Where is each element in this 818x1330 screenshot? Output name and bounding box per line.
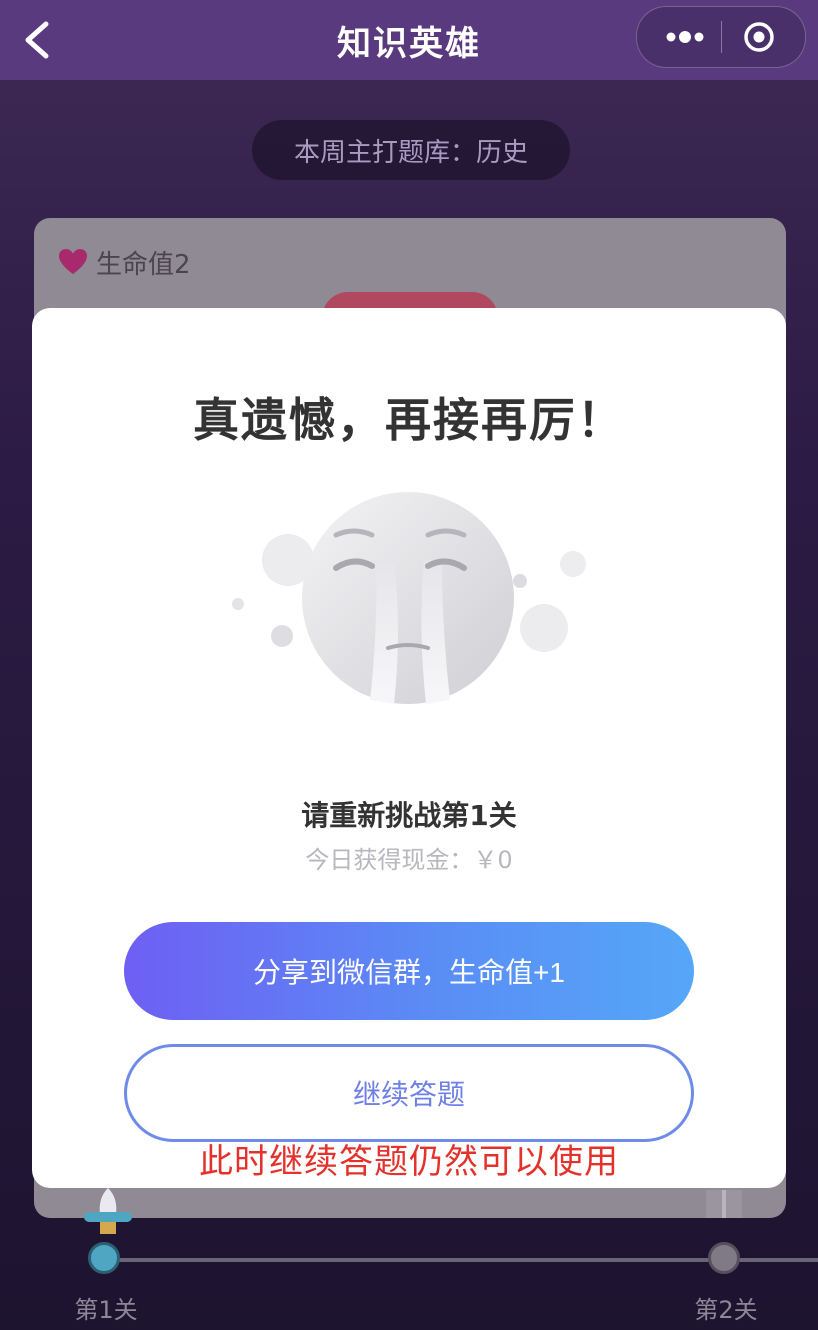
more-dots-icon[interactable] [661,24,709,50]
level-label-2: 第2关 [694,1296,758,1324]
gift-icon [706,1190,742,1218]
retry-message: 请重新挑战第1关 [301,799,517,832]
chevron-left-icon[interactable] [18,18,58,62]
level-node-1[interactable] [88,1242,120,1274]
rocket-icon [84,1188,132,1234]
page-title: 知识英雄 [337,23,481,64]
level-node-2[interactable] [708,1242,740,1274]
caption-annotation: 此时继续答题仍然可以使用 [199,1142,619,1182]
share-to-wechat-button[interactable]: 分享到微信群，生命值+1 [124,922,694,1020]
mini-program-capsule [636,6,806,68]
nav-bar: 知识英雄 [0,0,818,80]
capsule-divider [721,21,722,53]
life-indicator: 生命值2 [58,240,191,284]
target-circle-icon[interactable] [743,21,775,53]
heart-icon [59,249,87,274]
level-label-1: 第1关 [74,1296,138,1324]
today-cash: 今日获得现金：￥0 [305,846,513,874]
weekly-question-bank: 本周主打题库：历史 [252,120,570,180]
dialog-title: 真遗憾，再接再厉！ [193,393,625,447]
crying-face-icon [232,492,586,704]
continue-answering-button[interactable]: 继续答题 [124,1044,694,1142]
life-label: 生命值2 [96,249,191,280]
